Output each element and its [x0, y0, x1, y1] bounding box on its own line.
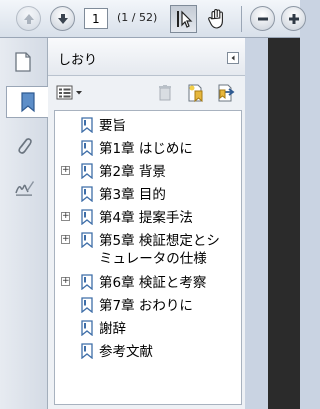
- panel-header: しおり: [48, 38, 245, 76]
- bookmark-item[interactable]: 要旨: [55, 115, 241, 137]
- bookmark-label: 第7章 おわりに: [99, 298, 193, 314]
- bookmark-item[interactable]: 第3章 目的: [55, 184, 241, 206]
- zoom-in-button[interactable]: [281, 6, 306, 31]
- panel-title: しおり: [58, 53, 98, 68]
- bookmark-label: 第4章 提案手法: [99, 210, 193, 226]
- bookmark-label-continued: ミュレータの仕様: [99, 251, 207, 267]
- bookmark-item[interactable]: + 第5章 検証想定とシ ミュレータの仕様: [55, 230, 241, 270]
- bookmark-item[interactable]: 謝辞: [55, 318, 241, 340]
- bookmark-icon: [81, 232, 93, 248]
- expand-toggle[interactable]: +: [61, 212, 70, 221]
- bookmark-tree: 要旨 第1章 はじめに + 第2章 背景 第3章 目的 + 第4章 提案手法 +…: [54, 110, 242, 405]
- expand-bookmark-button[interactable]: [216, 83, 236, 103]
- zoom-out-icon: [257, 17, 268, 20]
- signature-icon: [15, 181, 34, 196]
- top-toolbar: (1 / 52): [0, 0, 306, 38]
- page-count: (1 / 52): [117, 11, 158, 24]
- bookmark-item[interactable]: + 第6章 検証と考察: [55, 272, 241, 294]
- zoom-out-button[interactable]: [250, 6, 275, 31]
- next-page-button[interactable]: [50, 6, 75, 31]
- bookmark-icon: [81, 163, 93, 179]
- collapse-panel-button[interactable]: [227, 52, 239, 64]
- bookmark-label: 第6章 検証と考察: [99, 275, 207, 291]
- bookmark-toolbar: [48, 76, 245, 110]
- page-number-input[interactable]: [84, 8, 108, 29]
- hand-tool-button[interactable]: [203, 5, 230, 33]
- new-bookmark-icon: [188, 84, 203, 103]
- bookmark-item[interactable]: + 第2章 背景: [55, 161, 241, 183]
- pages-pane-button[interactable]: [8, 46, 40, 78]
- bookmark-item[interactable]: 第1章 はじめに: [55, 138, 241, 160]
- hand-icon: [207, 8, 223, 29]
- bookmark-icon: [81, 274, 93, 290]
- bookmark-icon: [81, 140, 93, 156]
- document-area[interactable]: [245, 38, 300, 409]
- bookmark-label: 参考文献: [99, 344, 153, 360]
- bookmark-label: 謝辞: [99, 321, 126, 337]
- bookmark-icon: [81, 343, 93, 359]
- expand-bookmark-icon: [218, 84, 235, 102]
- toolbar-separator: [241, 6, 242, 32]
- delete-icon: [159, 85, 171, 101]
- select-cursor-icon: [176, 10, 192, 28]
- new-bookmark-button[interactable]: [186, 83, 206, 103]
- select-tool-button[interactable]: [170, 5, 197, 33]
- collapse-panel-icon: [231, 55, 235, 61]
- bookmark-label: 第3章 目的: [99, 187, 166, 203]
- options-icon: [56, 85, 82, 100]
- expand-toggle[interactable]: +: [61, 166, 70, 175]
- bookmark-item[interactable]: + 第4章 提案手法: [55, 207, 241, 229]
- bookmark-item[interactable]: 第7章 おわりに: [55, 295, 241, 317]
- delete-bookmark-button[interactable]: [155, 83, 175, 103]
- previous-page-button[interactable]: [16, 6, 41, 31]
- bookmark-icon: [20, 92, 35, 113]
- up-arrow-icon: [23, 13, 34, 24]
- zoom-in-icon: [288, 13, 299, 24]
- bookmark-icon: [81, 209, 93, 225]
- bookmark-label: 第2章 背景: [99, 164, 166, 180]
- attachments-pane-button[interactable]: [8, 130, 40, 162]
- bookmark-icon: [81, 117, 93, 133]
- signatures-pane-button[interactable]: [8, 172, 40, 204]
- bookmark-label: 第5章 検証想定とシ: [99, 233, 220, 249]
- attachment-icon: [18, 138, 32, 154]
- bookmark-icon: [81, 320, 93, 336]
- down-arrow-icon: [57, 13, 68, 24]
- bookmark-item[interactable]: 参考文献: [55, 341, 241, 363]
- bookmarks-pane-button[interactable]: [6, 86, 48, 118]
- bookmark-icon: [81, 297, 93, 313]
- options-menu-button[interactable]: [56, 83, 86, 103]
- expand-toggle[interactable]: +: [61, 277, 70, 286]
- bookmark-icon: [81, 186, 93, 202]
- document-page[interactable]: [268, 38, 300, 409]
- navigation-pane-strip: [0, 38, 48, 409]
- bookmarks-panel: しおり 要旨 第1章 はじめに + 第2章 背景 第3章 目的 + 第4章 提案…: [48, 38, 245, 409]
- pages-icon: [15, 52, 31, 72]
- expand-toggle[interactable]: +: [61, 235, 70, 244]
- bookmark-label: 第1章 はじめに: [99, 141, 193, 157]
- bookmark-label: 要旨: [99, 118, 126, 134]
